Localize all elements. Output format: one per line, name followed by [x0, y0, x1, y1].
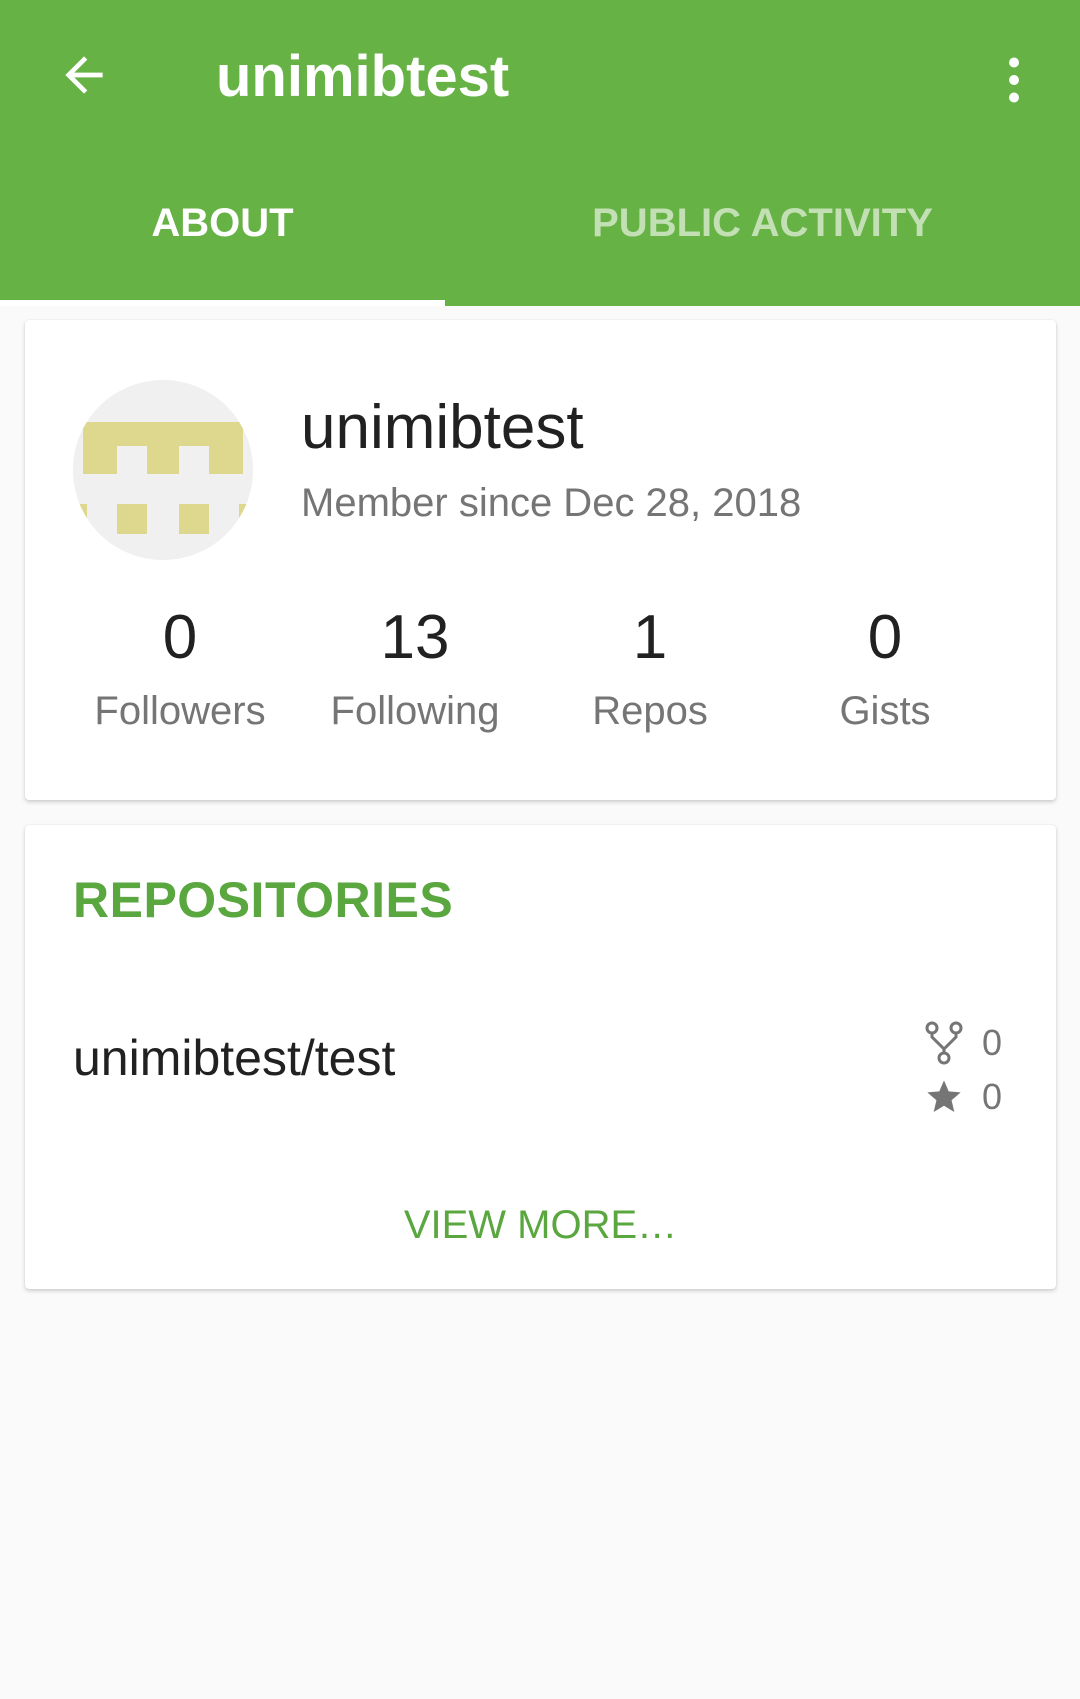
fork-count: 0 — [922, 1021, 1012, 1065]
tab-about[interactable]: ABOUT — [0, 170, 445, 306]
stat-followers[interactable]: 0 Followers — [70, 598, 290, 736]
stat-label: Gists — [839, 689, 931, 733]
tab-about-label: ABOUT — [151, 200, 294, 245]
stat-label: Followers — [94, 689, 266, 733]
profile-card: unimibtest Member since Dec 28, 2018 0 F… — [25, 320, 1056, 800]
overflow-menu-button[interactable] — [974, 40, 1054, 120]
stat-value: 0 — [867, 603, 903, 672]
profile-name: unimibtest — [301, 393, 584, 462]
star-count: 0 — [922, 1075, 1012, 1119]
profile-stats: 0 Followers 13 Following 1 Repos 0 Gists — [65, 598, 1005, 738]
repository-item[interactable]: unimibtest/test 0 0 — [25, 995, 1056, 1125]
back-button[interactable] — [44, 35, 124, 115]
stat-gists[interactable]: 0 Gists — [775, 598, 995, 736]
avatar — [73, 380, 253, 560]
repositories-card: REPOSITORIES unimibtest/test 0 0 VIEW MO… — [25, 825, 1056, 1289]
repository-meta: 0 0 — [922, 1013, 1012, 1123]
arrow-back-icon — [65, 56, 103, 94]
stat-value: 1 — [632, 603, 668, 672]
fork-count-value: 0 — [982, 1022, 1003, 1063]
stat-following[interactable]: 13 Following — [305, 598, 525, 736]
tab-bar: ABOUT PUBLIC ACTIVITY — [0, 170, 1080, 306]
fork-icon — [922, 1021, 966, 1065]
app-bar: unimibtest ABOUT PUBLIC ACTIVITY — [0, 0, 1080, 306]
stat-label: Repos — [592, 689, 708, 733]
page-title: unimibtest — [216, 44, 510, 109]
more-vert-icon — [1009, 57, 1019, 103]
stat-repos[interactable]: 1 Repos — [540, 598, 760, 736]
stat-value: 0 — [162, 603, 198, 672]
repositories-heading: REPOSITORIES — [73, 872, 454, 928]
star-icon — [922, 1075, 966, 1119]
tab-public-activity-label: PUBLIC ACTIVITY — [592, 200, 933, 245]
tab-indicator — [0, 300, 445, 306]
tab-public-activity[interactable]: PUBLIC ACTIVITY — [445, 170, 1080, 306]
stat-value: 13 — [380, 603, 450, 672]
star-count-value: 0 — [982, 1076, 1003, 1117]
repository-name: unimibtest/test — [73, 1030, 396, 1086]
toolbar: unimibtest — [0, 0, 1080, 165]
view-more-button[interactable]: VIEW MORE… — [25, 1200, 1056, 1250]
stat-label: Following — [330, 689, 500, 733]
member-since: Member since Dec 28, 2018 — [301, 481, 802, 525]
identicon-image — [73, 380, 253, 560]
